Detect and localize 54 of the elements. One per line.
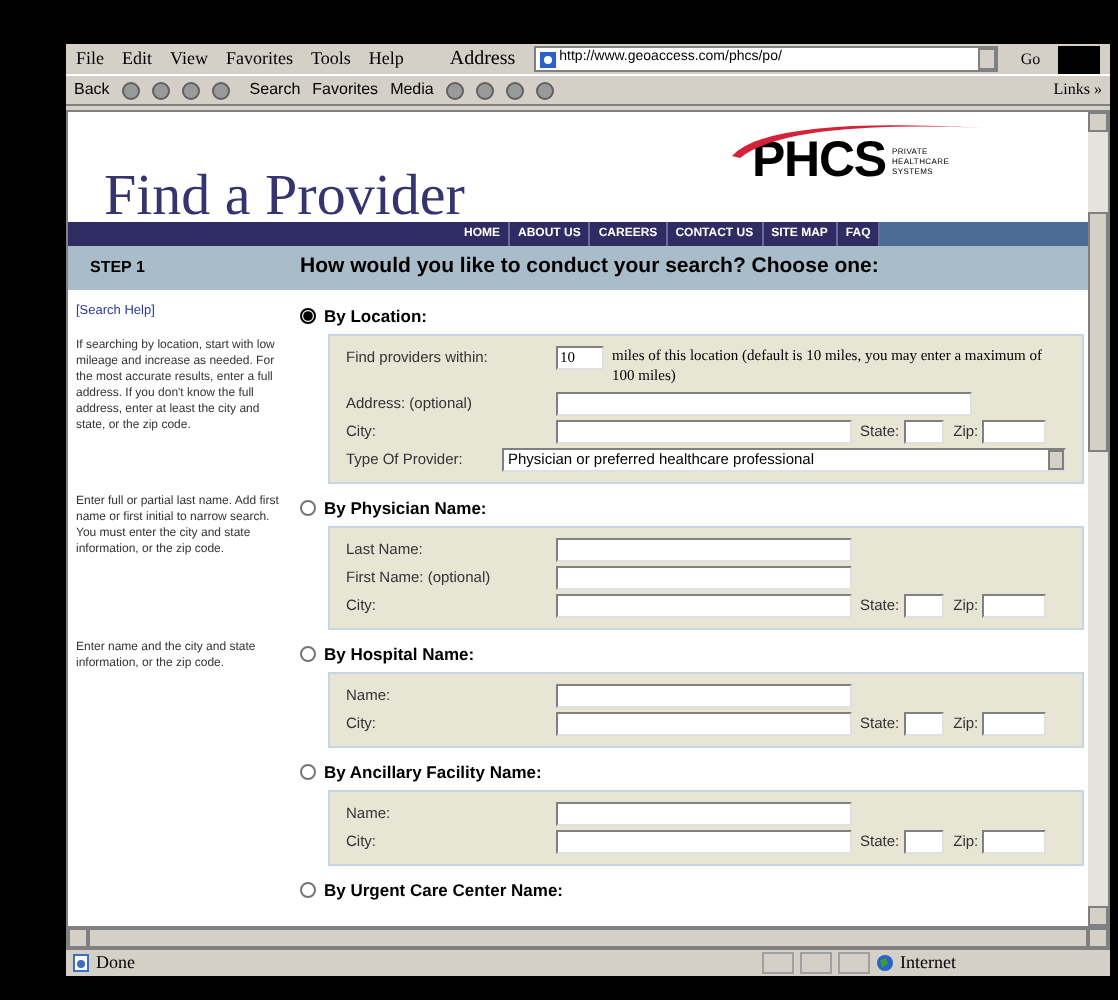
menu-item[interactable]: Help <box>368 45 404 73</box>
zip-field[interactable] <box>982 594 1047 618</box>
option-label: By Location: <box>324 303 427 329</box>
radio-button[interactable] <box>300 882 316 898</box>
city-field[interactable] <box>556 712 852 736</box>
name-field[interactable] <box>556 566 852 590</box>
zip-field[interactable] <box>982 712 1047 736</box>
zip-field[interactable] <box>982 420 1047 444</box>
status-text: Done <box>96 949 137 976</box>
city-field[interactable] <box>556 420 852 444</box>
option-label: By Hospital Name: <box>324 641 475 667</box>
radio-button[interactable] <box>300 764 316 780</box>
menu-item[interactable]: Favorites <box>225 45 293 73</box>
name-field[interactable] <box>556 538 852 562</box>
radio-button[interactable] <box>300 500 316 516</box>
status-pane <box>838 952 870 974</box>
step-question: How would you like to conduct your search? Choose one: <box>300 252 879 283</box>
status-pane <box>762 952 794 974</box>
address-label: Address <box>449 46 516 74</box>
vertical-scrollbar[interactable] <box>1088 112 1108 926</box>
radio-button[interactable] <box>300 308 316 324</box>
go-button[interactable]: Go <box>1020 47 1041 71</box>
links-button[interactable]: Links » <box>1053 78 1102 102</box>
zip-field[interactable] <box>982 830 1047 854</box>
status-pane <box>800 952 832 974</box>
favorites-button[interactable]: Favorites <box>312 78 379 102</box>
page-icon <box>539 51 556 67</box>
menu-item[interactable]: File <box>76 45 105 73</box>
security-zone: Internet <box>900 949 956 976</box>
globe-icon <box>876 954 894 972</box>
logo-text: PHCS <box>752 136 886 184</box>
menu-item[interactable]: View <box>170 45 208 73</box>
page-title: Find a Provider <box>104 166 465 226</box>
media-button[interactable]: Media <box>390 78 434 102</box>
page-icon <box>72 954 90 972</box>
option-label: By Ancillary Facility Name: <box>324 759 542 785</box>
city-field[interactable] <box>556 594 852 618</box>
state-field[interactable] <box>903 594 944 618</box>
menu-item[interactable]: Tools <box>310 45 351 73</box>
back-button[interactable]: Back <box>74 78 110 102</box>
search-button[interactable]: Search <box>249 78 301 102</box>
state-field[interactable] <box>903 420 944 444</box>
name-field[interactable] <box>556 802 852 826</box>
address-field[interactable] <box>556 392 972 416</box>
state-field[interactable] <box>903 712 944 736</box>
option-label: By Urgent Care Center Name: <box>324 877 564 903</box>
menu-item[interactable]: Edit <box>122 45 153 73</box>
horizontal-scrollbar[interactable] <box>66 928 1110 948</box>
radio-button[interactable] <box>300 646 316 662</box>
option-label: By Physician Name: <box>324 495 487 521</box>
city-field[interactable] <box>556 830 852 854</box>
name-field[interactable] <box>556 684 852 708</box>
state-field[interactable] <box>903 830 944 854</box>
step-label: STEP 1 <box>88 256 147 280</box>
